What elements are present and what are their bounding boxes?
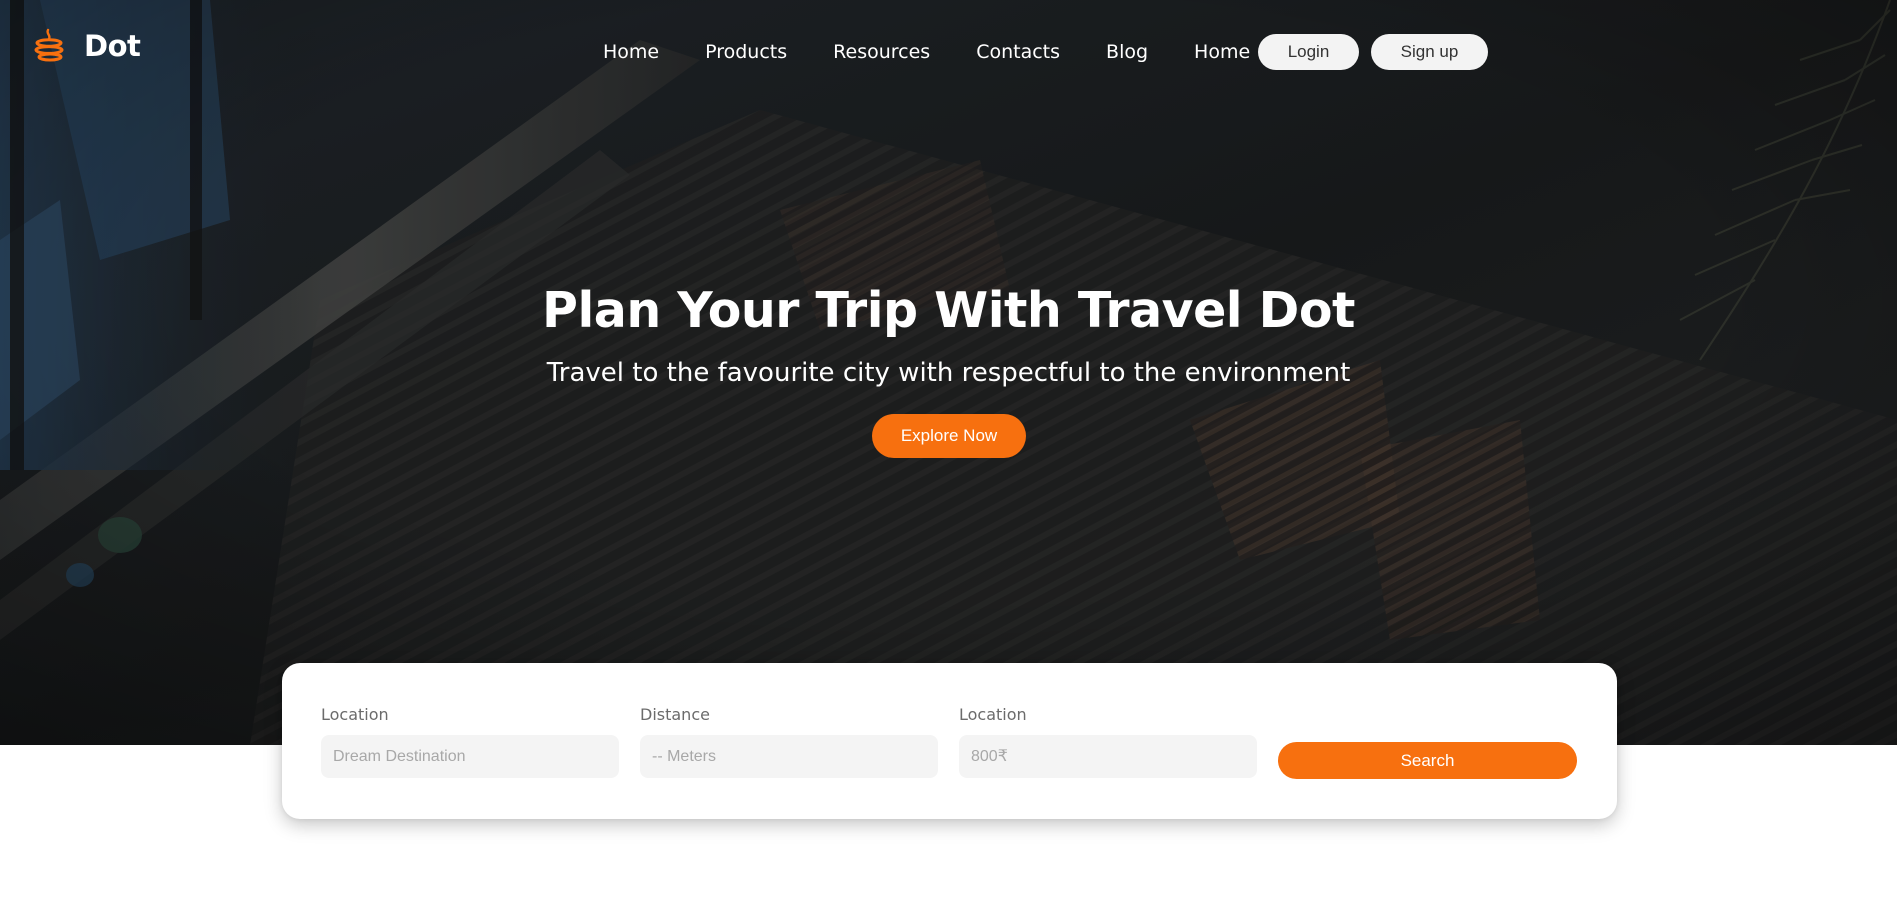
search-button[interactable]: Search — [1278, 742, 1577, 779]
location-label: Location — [321, 705, 389, 724]
distance-field-group: Distance — [640, 705, 938, 778]
hero-title: Plan Your Trip With Travel Dot — [542, 282, 1355, 339]
nav-item-home-2[interactable]: Home — [1194, 34, 1250, 70]
nav-item-home[interactable]: Home — [603, 34, 659, 70]
location-field-group: Location — [321, 705, 619, 778]
brand-logo[interactable]: Dot — [34, 28, 141, 64]
price-location-label: Location — [959, 705, 1027, 724]
explore-now-button[interactable]: Explore Now — [872, 414, 1026, 458]
login-button[interactable]: Login — [1258, 34, 1359, 70]
landing-page: Dot Home Products Resources Contacts Blo… — [0, 0, 1897, 912]
stacked-rings-icon — [34, 28, 64, 62]
hero-subtitle: Travel to the favourite city with respec… — [546, 358, 1351, 388]
main-nav: Home Products Resources Contacts Blog Ho… — [603, 34, 1274, 70]
nav-item-contacts[interactable]: Contacts — [976, 34, 1060, 70]
nav-item-blog[interactable]: Blog — [1106, 34, 1148, 70]
price-field-group: Location — [959, 705, 1257, 778]
nav-item-products[interactable]: Products — [705, 34, 787, 70]
distance-input[interactable] — [640, 735, 938, 778]
brand-name: Dot — [84, 28, 141, 63]
distance-label: Distance — [640, 705, 710, 724]
nav-item-resources[interactable]: Resources — [833, 34, 930, 70]
search-card: Location Distance Location Search — [282, 663, 1617, 819]
price-input[interactable] — [959, 735, 1257, 778]
location-input[interactable] — [321, 735, 619, 778]
signup-button[interactable]: Sign up — [1371, 34, 1488, 70]
